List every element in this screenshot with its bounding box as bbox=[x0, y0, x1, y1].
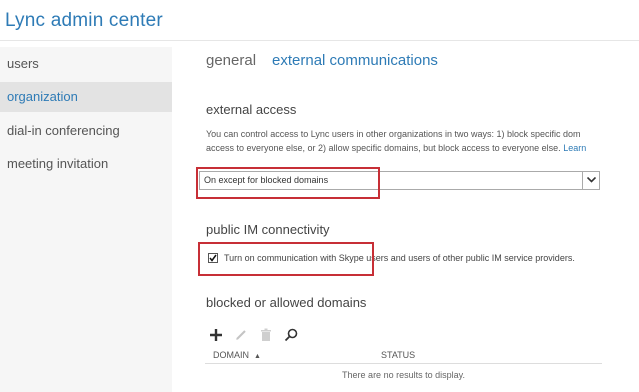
domains-heading: blocked or allowed domains bbox=[206, 295, 367, 310]
sidebar-item-dial-in-conferencing[interactable]: dial-in conferencing bbox=[0, 116, 172, 146]
highlight-box-select bbox=[196, 167, 380, 199]
delete-icon[interactable] bbox=[255, 324, 277, 346]
tab-external-communications[interactable]: external communications bbox=[272, 52, 438, 69]
sidebar-item-users[interactable]: users bbox=[0, 49, 172, 79]
tab-general[interactable]: general bbox=[206, 52, 256, 69]
external-access-description: You can control access to Lync users in … bbox=[206, 127, 639, 155]
edit-icon[interactable] bbox=[230, 324, 252, 346]
sidebar-item-organization[interactable]: organization bbox=[0, 82, 172, 112]
empty-table-message: There are no results to display. bbox=[342, 370, 465, 380]
description-line-2: access to everyone else, or 2) allow spe… bbox=[206, 143, 561, 153]
app-title: Lync admin center bbox=[5, 10, 163, 31]
sidebar: users organization dial-in conferencing … bbox=[0, 47, 172, 392]
domains-table-header: DOMAIN ▲ STATUS bbox=[205, 347, 602, 364]
chevron-down-icon[interactable] bbox=[582, 172, 599, 189]
add-icon[interactable] bbox=[205, 324, 227, 346]
highlight-box-checkbox bbox=[198, 242, 374, 276]
domains-toolbar bbox=[205, 324, 305, 346]
column-header-domain[interactable]: DOMAIN ▲ bbox=[213, 350, 261, 360]
learn-more-link[interactable]: Learn bbox=[563, 143, 586, 153]
sort-ascending-icon: ▲ bbox=[254, 353, 261, 360]
title-divider bbox=[0, 40, 639, 41]
search-icon[interactable] bbox=[280, 324, 302, 346]
column-header-status[interactable]: STATUS bbox=[381, 350, 415, 360]
domain-column-label: DOMAIN bbox=[213, 350, 249, 360]
public-im-heading: public IM connectivity bbox=[206, 222, 330, 237]
sidebar-item-meeting-invitation[interactable]: meeting invitation bbox=[0, 149, 172, 179]
external-access-heading: external access bbox=[206, 102, 297, 117]
description-line-1: You can control access to Lync users in … bbox=[206, 129, 581, 139]
